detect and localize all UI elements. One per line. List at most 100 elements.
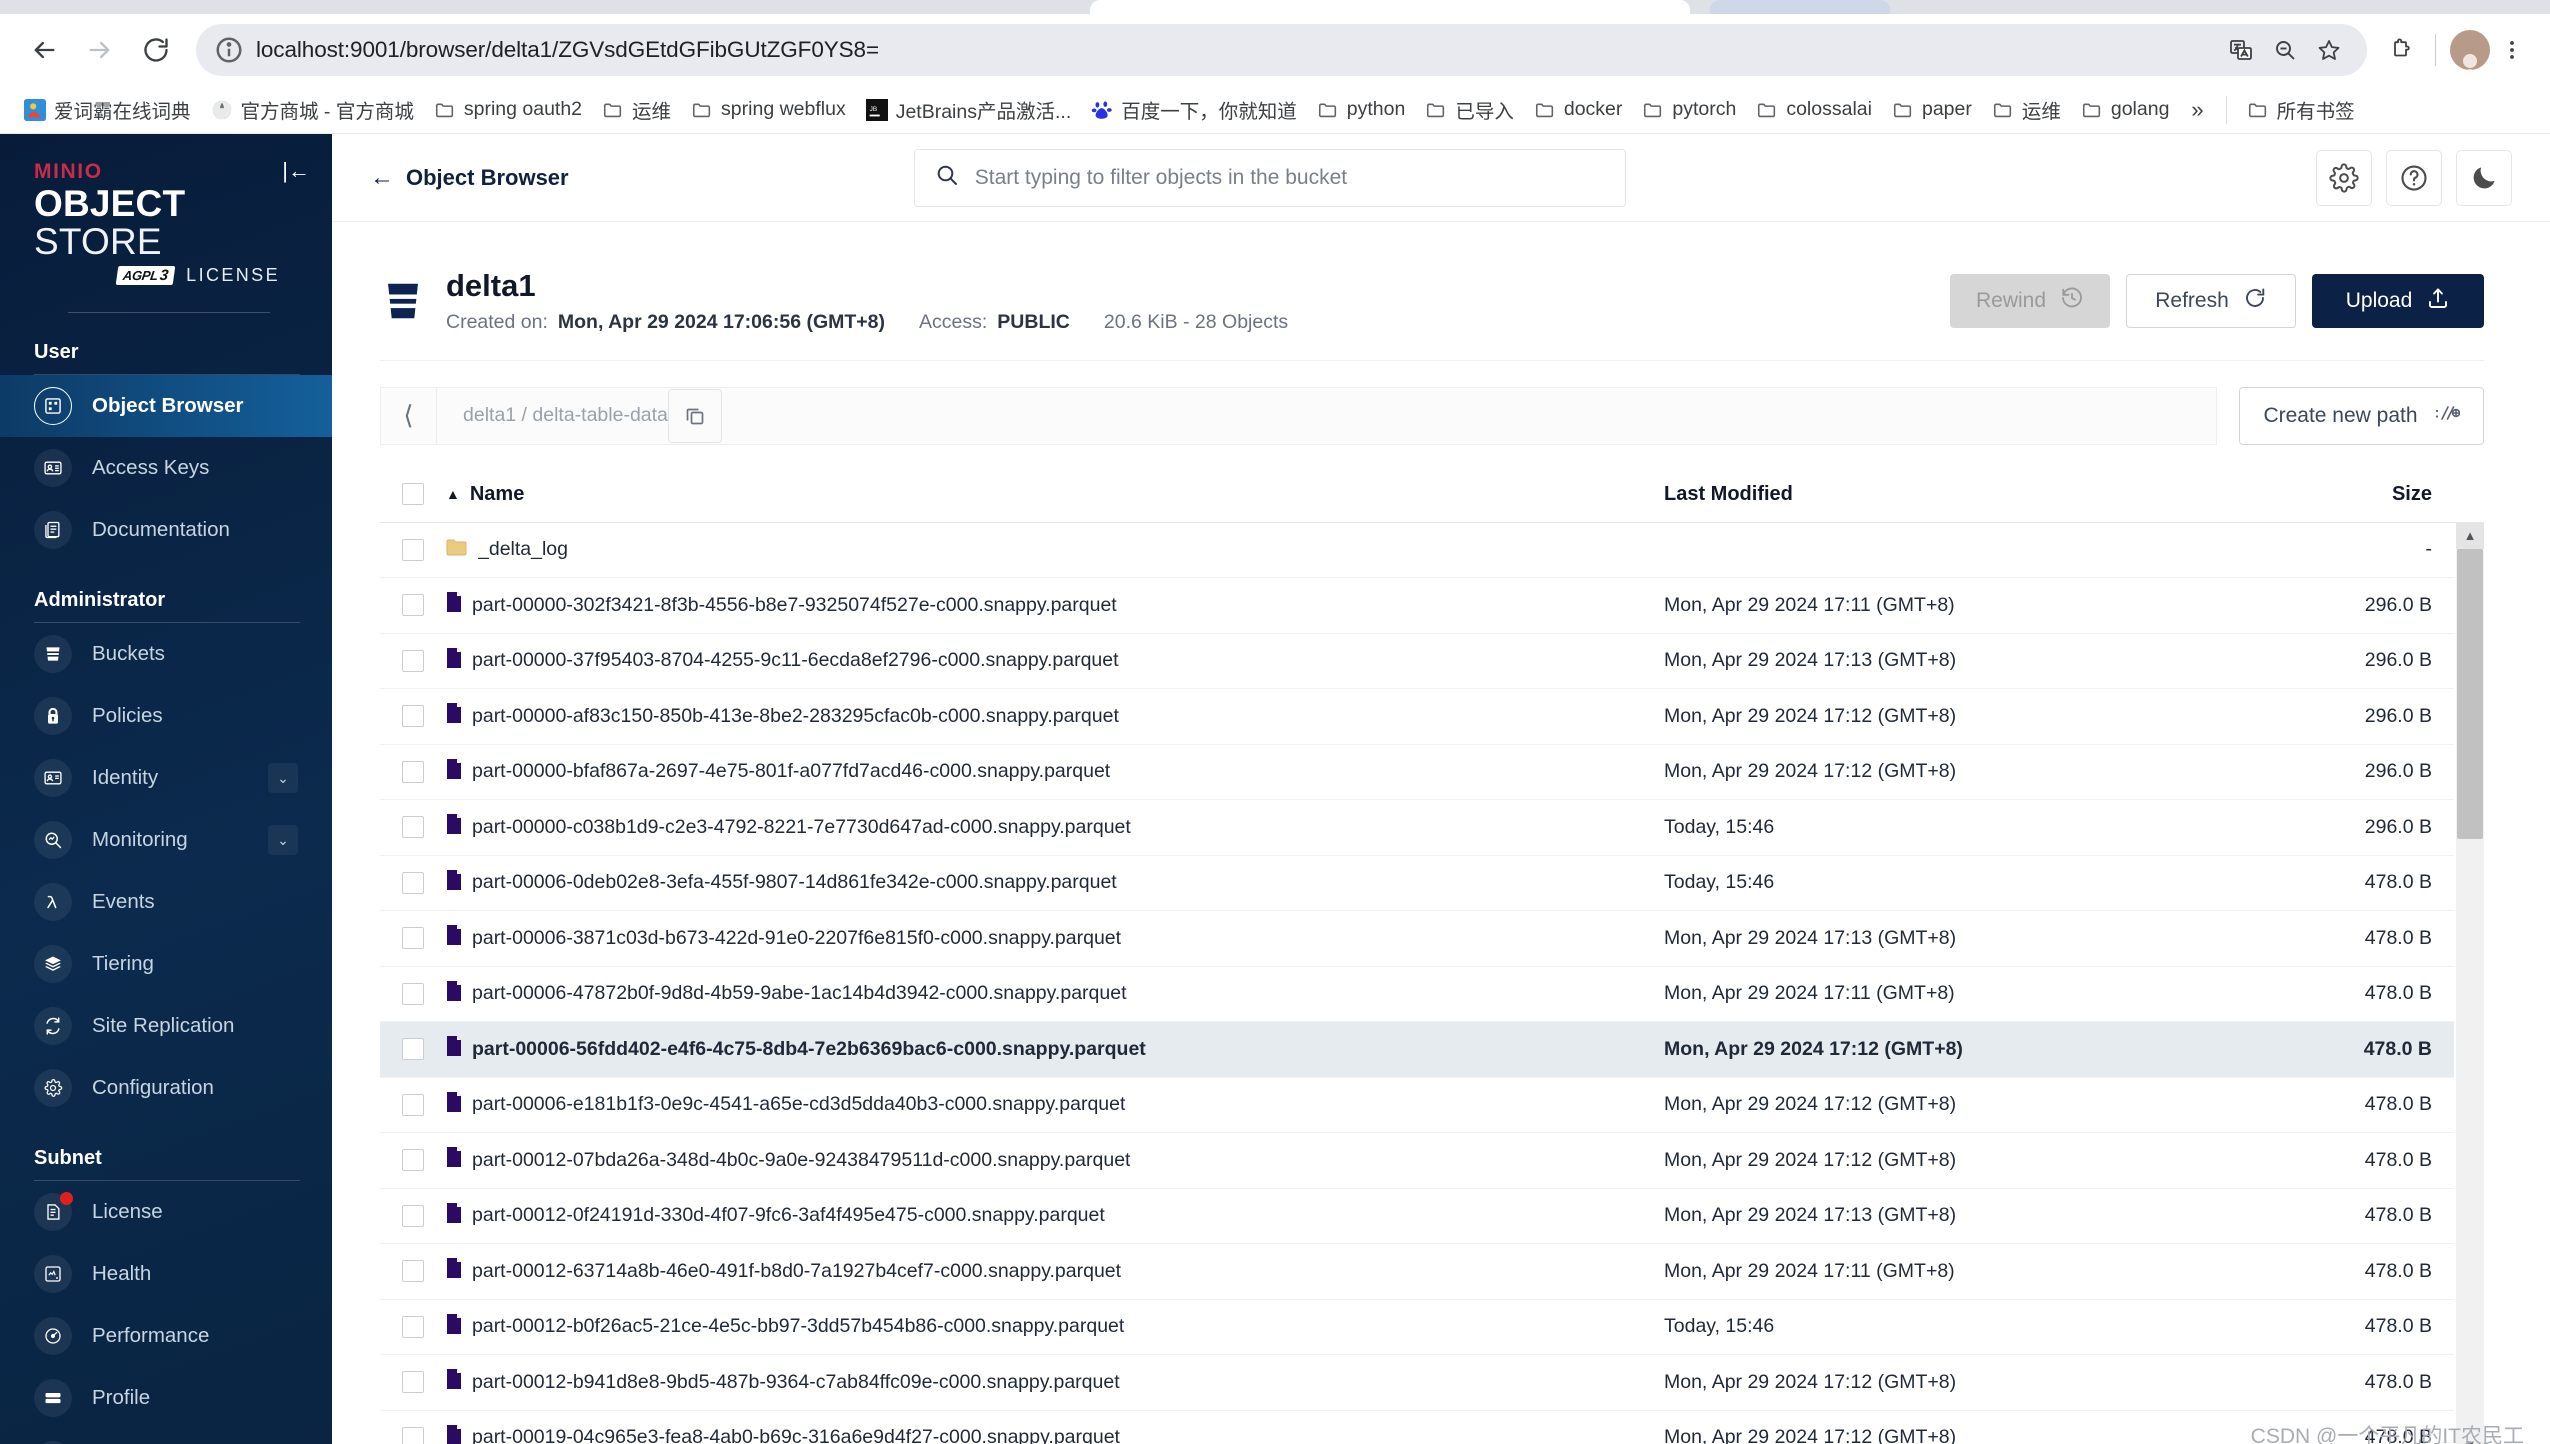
row-checkbox[interactable] (402, 1093, 424, 1116)
object-name-cell[interactable]: part-00000-37f95403-8704-4255-9c11-6ecda… (446, 647, 1664, 675)
breadcrumb[interactable]: delta1 / delta-table-data (437, 404, 668, 427)
object-name-cell[interactable]: part-00006-3871c03d-b673-422d-91e0-2207f… (446, 924, 1664, 952)
row-checkbox[interactable] (402, 1204, 424, 1227)
row-checkbox[interactable] (402, 1426, 424, 1444)
address-bar[interactable]: localhost:9001/browser/delta1/ZGVsdGEtdG… (196, 24, 2367, 76)
sidebar-item-configuration[interactable]: Configuration (0, 1057, 332, 1119)
row-checkbox[interactable] (402, 705, 424, 728)
rewind-button[interactable]: Rewind (1950, 273, 2110, 328)
collapse-sidebar-icon[interactable]: |← (282, 160, 310, 182)
sidebar-item-identity[interactable]: Identity ⌄ (0, 747, 332, 809)
table-row[interactable]: part-00006-56fdd402-e4f6-4c75-8db4-7e2b6… (380, 1022, 2454, 1078)
bookmark-item[interactable]: python (1307, 93, 1416, 126)
sidebar-item-profile[interactable]: Profile (0, 1367, 332, 1429)
gear-icon[interactable] (2315, 149, 2372, 206)
object-name-cell[interactable]: part-00006-56fdd402-e4f6-4c75-8db4-7e2b6… (446, 1035, 1664, 1063)
sidebar-item-health[interactable]: Health (0, 1243, 332, 1305)
row-checkbox[interactable] (402, 760, 424, 783)
row-checkbox[interactable] (402, 927, 424, 950)
upload-button[interactable]: Upload (2312, 273, 2484, 328)
sidebar-item-site-replication[interactable]: Site Replication (0, 995, 332, 1057)
sidebar-item-access-keys[interactable]: Access Keys (0, 437, 332, 499)
sidebar-item-inspect[interactable]: Inspect (0, 1429, 332, 1444)
object-browser-back-link[interactable]: ← Object Browser (370, 164, 569, 192)
refresh-button[interactable]: Refresh (2126, 273, 2296, 328)
back-arrow-icon[interactable] (18, 24, 70, 76)
row-checkbox[interactable] (402, 649, 424, 672)
row-checkbox[interactable] (402, 816, 424, 839)
bookmark-item[interactable]: pytorch (1632, 93, 1746, 126)
table-row[interactable]: part-00000-bfaf867a-2697-4e75-801f-a077f… (380, 745, 2454, 801)
object-name-cell[interactable]: part-00000-c038b1d9-c2e3-4792-8221-7e773… (446, 813, 1664, 841)
object-name-cell[interactable]: _delta_log (446, 537, 1664, 563)
object-name-cell[interactable]: part-00012-0f24191d-330d-4f07-9fc6-3af4f… (446, 1202, 1664, 1230)
object-name-cell[interactable]: part-00012-b941d8e8-9bd5-487b-9364-c7ab8… (446, 1368, 1664, 1396)
bookmark-star-icon[interactable] (2309, 30, 2349, 70)
reload-icon[interactable] (130, 24, 182, 76)
row-checkbox[interactable] (402, 1149, 424, 1172)
browser-tab[interactable] (1090, 0, 1690, 14)
search-input[interactable] (974, 165, 1605, 190)
sidebar-item-monitoring[interactable]: Monitoring ⌄ (0, 809, 332, 871)
table-row[interactable]: part-00012-0f24191d-330d-4f07-9fc6-3af4f… (380, 1189, 2454, 1245)
bookmark-item[interactable]: paper (1882, 93, 1982, 126)
row-checkbox[interactable] (402, 1260, 424, 1283)
bookmark-item[interactable]: 运维 (1982, 90, 2071, 129)
table-row[interactable]: part-00006-3871c03d-b673-422d-91e0-2207f… (380, 911, 2454, 967)
object-name-cell[interactable]: part-00012-07bda26a-348d-4b0c-9a0e-92438… (446, 1146, 1664, 1174)
table-row[interactable]: _delta_log - (380, 523, 2454, 579)
zoom-out-icon[interactable] (2265, 30, 2305, 70)
dark-mode-moon-icon[interactable] (2455, 149, 2512, 206)
copy-icon[interactable] (667, 388, 722, 443)
column-header-name[interactable]: ▲ Name (446, 483, 1664, 506)
scrollbar-thumb[interactable] (2457, 548, 2483, 839)
chevron-down-icon[interactable]: ⌄ (268, 825, 298, 856)
profile-avatar-icon[interactable] (2450, 30, 2490, 70)
table-row[interactable]: part-00000-302f3421-8f3b-4556-b8e7-93250… (380, 578, 2454, 634)
bookmark-item[interactable]: spring webflux (681, 93, 856, 126)
sidebar-item-tiering[interactable]: Tiering (0, 933, 332, 995)
table-row[interactable]: part-00019-04c965e3-fea8-4ab0-b69c-316a6… (380, 1411, 2454, 1444)
sidebar-item-performance[interactable]: Performance (0, 1305, 332, 1367)
create-new-path-button[interactable]: Create new path (2239, 386, 2484, 445)
table-row[interactable]: part-00000-c038b1d9-c2e3-4792-8221-7e773… (380, 800, 2454, 856)
table-row[interactable]: part-00012-b0f26ac5-21ce-4e5c-bb97-3dd57… (380, 1300, 2454, 1356)
sidebar-item-license[interactable]: License (0, 1181, 332, 1243)
row-checkbox[interactable] (402, 1038, 424, 1061)
bookmark-item[interactable]: 运维 (592, 90, 681, 129)
bookmark-item[interactable]: 已导入 (1415, 90, 1524, 129)
bookmark-item[interactable]: spring oauth2 (424, 93, 592, 126)
row-checkbox[interactable] (402, 871, 424, 894)
bookmark-item[interactable]: golang (2071, 93, 2180, 126)
table-row[interactable]: part-00012-63714a8b-46e0-491f-b8d0-7a192… (380, 1244, 2454, 1300)
object-name-cell[interactable]: part-00006-0deb02e8-3efa-455f-9807-14d86… (446, 869, 1664, 897)
row-checkbox[interactable] (402, 1371, 424, 1394)
chevron-left-icon[interactable]: ⟨ (381, 387, 437, 444)
object-name-cell[interactable]: part-00000-af83c150-850b-413e-8be2-28329… (446, 702, 1664, 730)
forward-arrow-icon[interactable] (74, 24, 126, 76)
object-name-cell[interactable]: part-00019-04c965e3-fea8-4ab0-b69c-316a6… (446, 1424, 1664, 1444)
column-header-size[interactable]: Size (2204, 483, 2454, 506)
all-bookmarks-button[interactable]: 所有书签 (2237, 90, 2365, 129)
sidebar-item-buckets[interactable]: Buckets (0, 623, 332, 685)
extensions-icon[interactable] (2381, 30, 2421, 70)
row-checkbox[interactable] (402, 1315, 424, 1338)
translate-icon[interactable] (2221, 30, 2261, 70)
bookmark-item[interactable]: JB JetBrains产品激活... (856, 90, 1082, 129)
vertical-scrollbar[interactable]: ▲ ▼ (2456, 522, 2484, 1444)
bookmark-item[interactable]: docker (1524, 93, 1633, 126)
table-row[interactable]: part-00012-b941d8e8-9bd5-487b-9364-c7ab8… (380, 1355, 2454, 1411)
object-name-cell[interactable]: part-00000-bfaf867a-2697-4e75-801f-a077f… (446, 758, 1664, 786)
object-filter-search[interactable] (913, 148, 1626, 207)
object-name-cell[interactable]: part-00012-63714a8b-46e0-491f-b8d0-7a192… (446, 1257, 1664, 1285)
table-row[interactable]: part-00006-0deb02e8-3efa-455f-9807-14d86… (380, 856, 2454, 912)
browser-tab-inactive[interactable] (1710, 0, 1890, 14)
bookmark-item[interactable]: 百度一下，你就知道 (1081, 90, 1307, 129)
site-info-icon[interactable] (214, 35, 244, 65)
select-all-checkbox[interactable] (402, 483, 424, 506)
row-checkbox[interactable] (402, 594, 424, 617)
sidebar-item-documentation[interactable]: Documentation (0, 499, 332, 561)
help-circle-icon[interactable] (2385, 149, 2442, 206)
sidebar-item-events[interactable]: Events (0, 871, 332, 933)
sidebar-item-policies[interactable]: Policies (0, 685, 332, 747)
